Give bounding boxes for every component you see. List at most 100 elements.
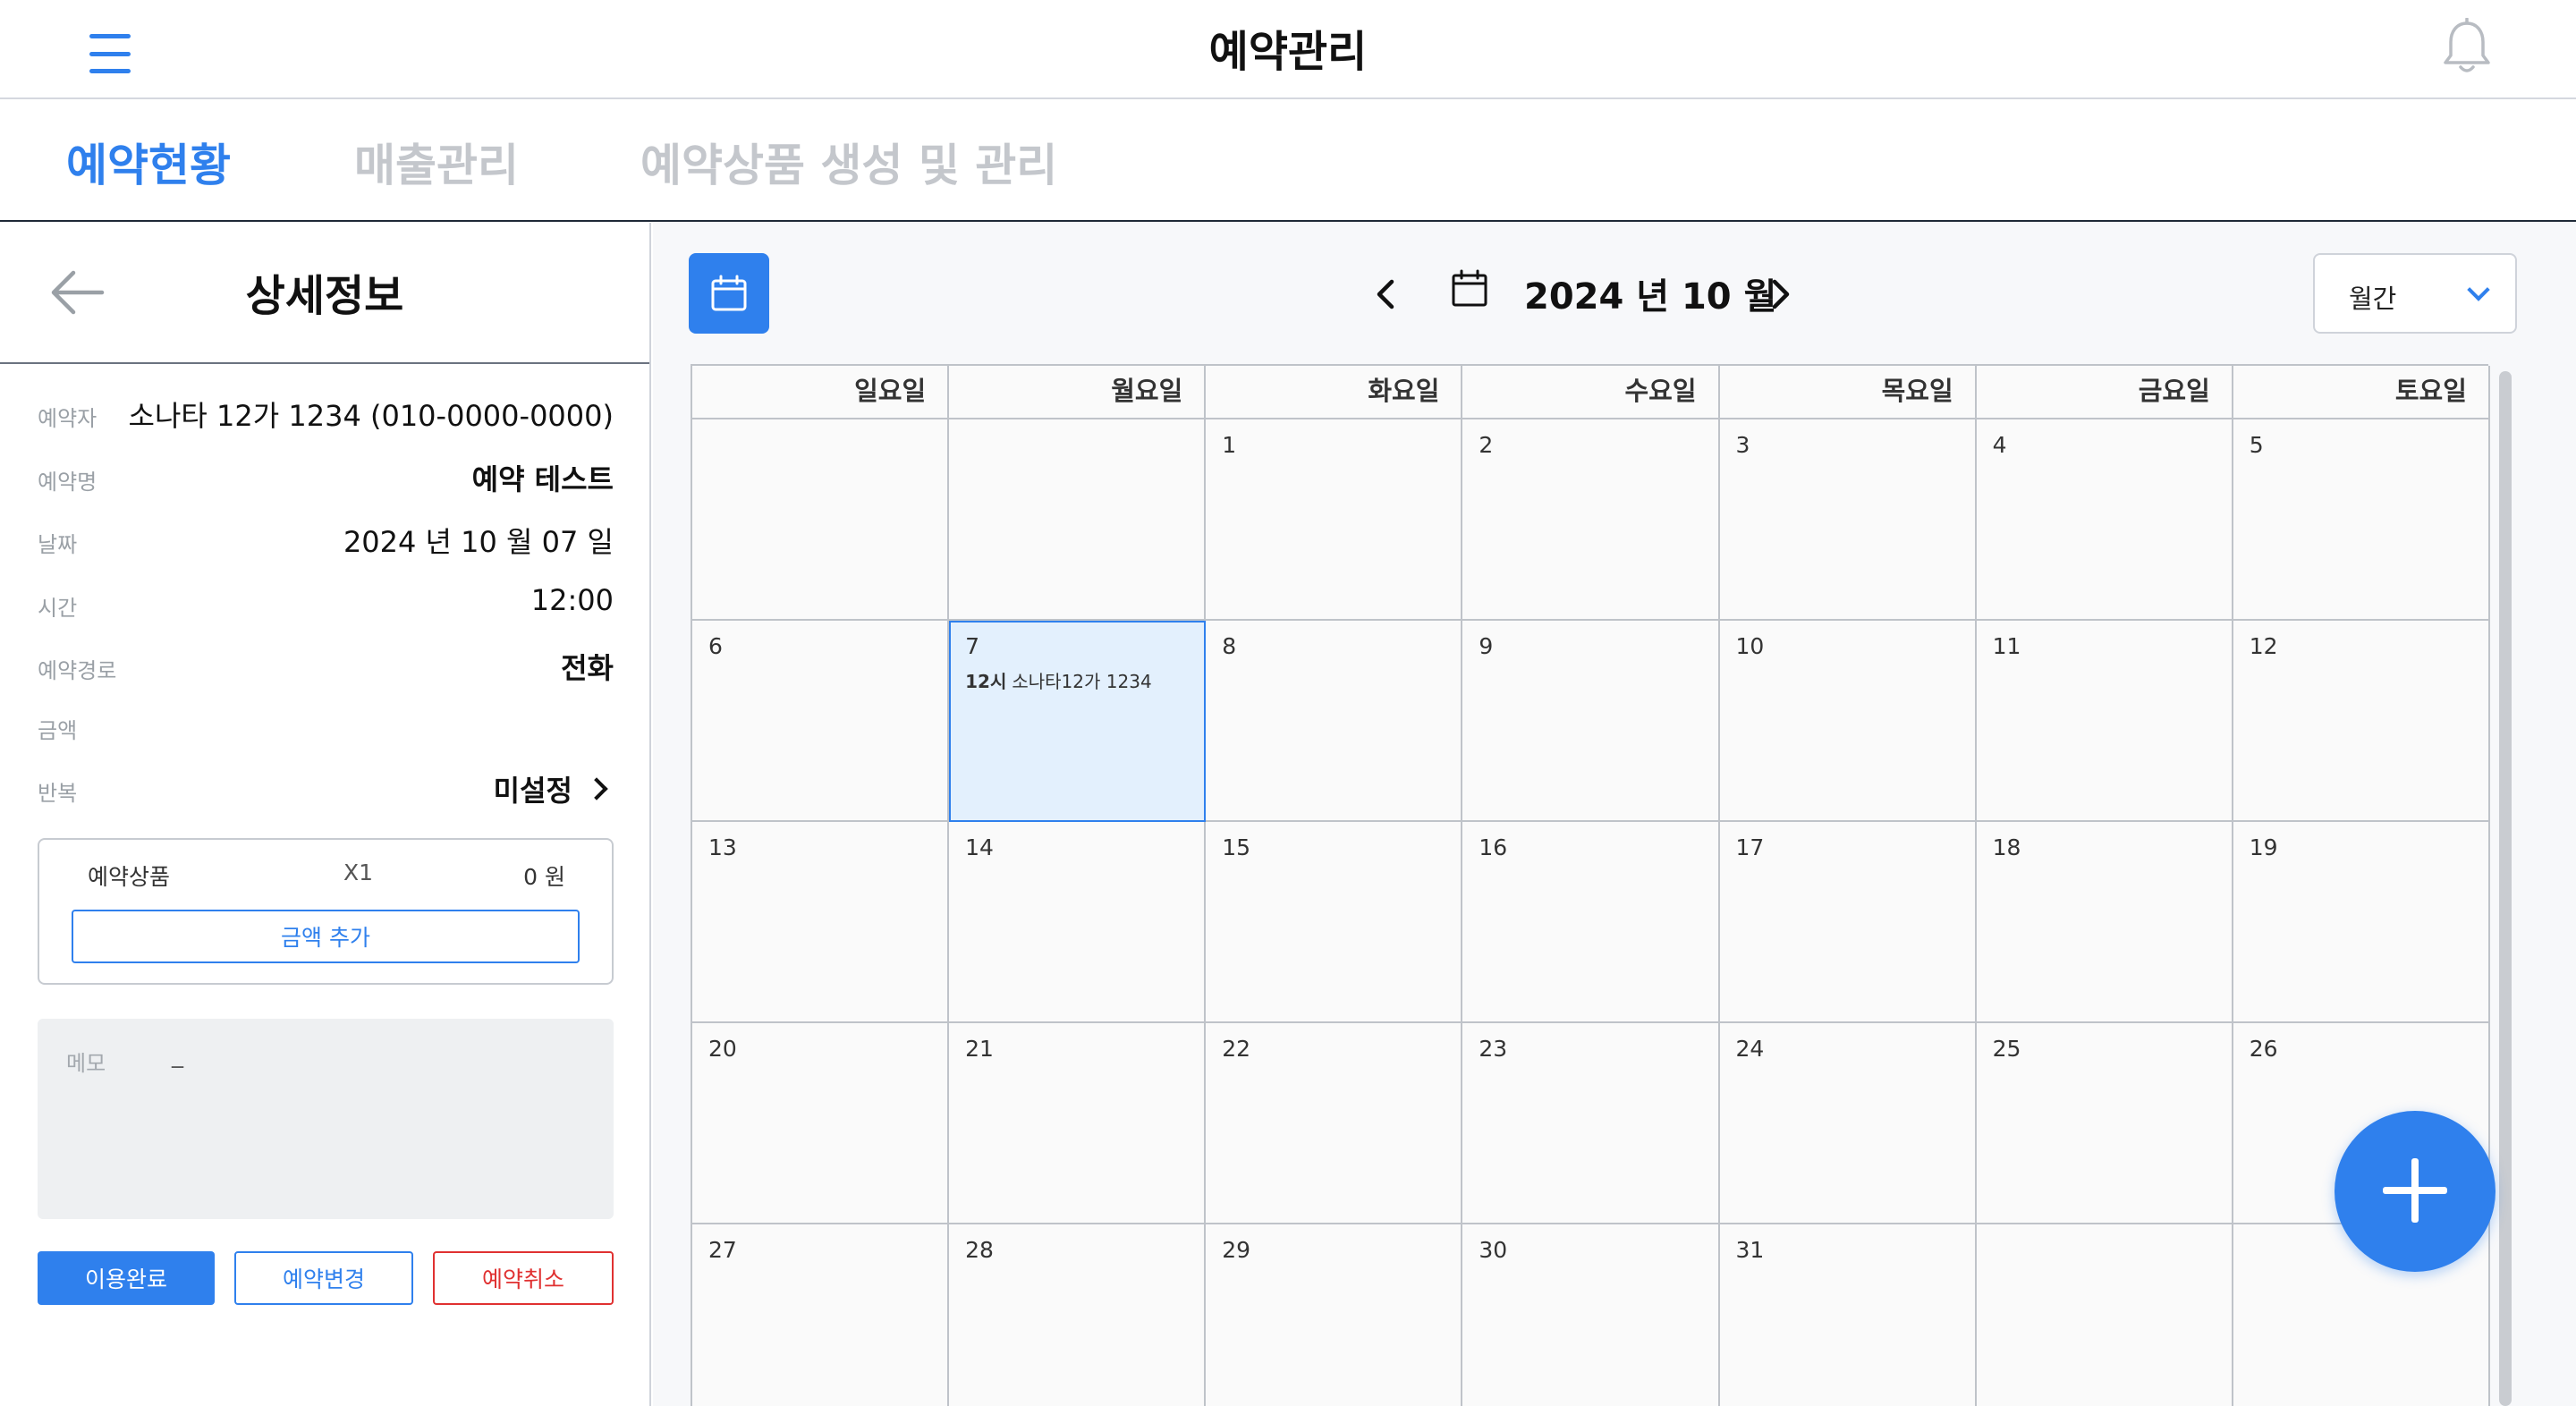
day-cell[interactable]: 16	[1462, 822, 1720, 1023]
tab-sales[interactable]: 매출관리	[354, 130, 519, 194]
tab-reservation-status[interactable]: 예약현황	[66, 130, 231, 194]
product-box: 예약상품 X1 0 원 금액 추가	[38, 838, 614, 985]
info-row-repeat[interactable]: 반복 미설정	[38, 763, 614, 808]
event-text: 소나타12가 1234	[1012, 671, 1152, 692]
calendar-event[interactable]: 12시 소나타12가 1234	[965, 667, 1152, 693]
day-cell[interactable]: 19	[2233, 822, 2490, 1023]
complete-button[interactable]: 이용완료	[38, 1251, 215, 1305]
event-time: 12시	[965, 671, 1007, 692]
day-cell[interactable]: 29	[1206, 1224, 1463, 1406]
day-number: 24	[1735, 1036, 1765, 1062]
detail-panel: 상세정보 예약자 소나타 12가 1234 (010-0000-0000) 예약…	[0, 223, 651, 1406]
day-cell[interactable]: 9	[1462, 621, 1720, 822]
day-cell[interactable]: 11	[1976, 621, 2233, 822]
add-reservation-button[interactable]	[2334, 1111, 2496, 1272]
weekday-label: 일요일	[692, 366, 950, 419]
info-key: 반복	[38, 781, 78, 806]
info-key: 날짜	[38, 532, 78, 557]
day-cell[interactable]: 28	[949, 1224, 1207, 1406]
info-key: 시간	[38, 596, 78, 621]
day-cell[interactable]: 21	[949, 1023, 1207, 1224]
calendar-scrollbar[interactable]	[2499, 371, 2512, 1406]
view-mode-select[interactable]: 월간	[2313, 253, 2517, 334]
info-row-channel: 예약경로 전화	[38, 640, 614, 685]
day-cell[interactable]	[692, 419, 950, 621]
day-cell[interactable]: 8	[1206, 621, 1463, 822]
info-value: 예약 테스트	[471, 462, 614, 496]
memo-box[interactable]: 메모 _	[38, 1019, 614, 1219]
day-cell[interactable]: 1	[1206, 419, 1463, 621]
info-row-amount: 금액	[38, 700, 614, 745]
day-cell[interactable]: 27	[692, 1224, 950, 1406]
weekday-label: 화요일	[1206, 366, 1463, 419]
day-cell[interactable]: 15	[1206, 822, 1463, 1023]
day-cell[interactable]: 14	[949, 822, 1207, 1023]
info-key: 예약자	[38, 406, 97, 431]
day-number: 19	[2249, 834, 2278, 860]
day-number: 10	[1735, 633, 1765, 659]
calendar-toggle-button[interactable]	[689, 253, 769, 334]
day-cell[interactable]: 4	[1976, 419, 2233, 621]
add-amount-button[interactable]: 금액 추가	[72, 910, 580, 963]
tab-products[interactable]: 예약상품 생성 및 관리	[640, 130, 1057, 194]
day-cell[interactable]: 22	[1206, 1023, 1463, 1224]
day-number: 9	[1479, 633, 1494, 659]
day-number: 11	[1992, 633, 2021, 659]
info-value: 소나타 12가 1234 (010-0000-0000)	[128, 399, 614, 433]
day-cell[interactable]: 20	[692, 1023, 950, 1224]
day-number: 13	[708, 834, 737, 860]
day-cell[interactable]: 12	[2233, 621, 2490, 822]
detail-title: 상세정보	[245, 271, 404, 321]
day-cell[interactable]: 5	[2233, 419, 2490, 621]
day-number: 16	[1479, 834, 1508, 860]
day-cell[interactable]: 24	[1719, 1023, 1977, 1224]
page-title: 예약관리	[1208, 27, 1368, 77]
calendar-icon	[711, 275, 747, 311]
day-cell[interactable]: 30	[1462, 1224, 1720, 1406]
day-cell[interactable]: 10	[1719, 621, 1977, 822]
day-cell[interactable]: 31	[1719, 1224, 1977, 1406]
day-cell[interactable]: 25	[1976, 1023, 2233, 1224]
info-row-name: 예약명 예약 테스트	[38, 452, 614, 496]
day-cell[interactable]: 3	[1719, 419, 1977, 621]
day-cell[interactable]: 13	[692, 822, 950, 1023]
day-cell[interactable]: 7 12시 소나타12가 1234	[949, 621, 1207, 822]
day-number: 29	[1222, 1237, 1251, 1263]
day-cell[interactable]: 17	[1719, 822, 1977, 1023]
day-number: 5	[2249, 432, 2264, 458]
info-row-time: 시간 12:00	[38, 578, 614, 623]
memo-label: 메모	[66, 1051, 106, 1076]
day-number: 20	[708, 1036, 737, 1062]
bell-icon[interactable]	[2440, 18, 2494, 77]
day-cell[interactable]	[949, 419, 1207, 621]
day-cell[interactable]: 18	[1976, 822, 2233, 1023]
cancel-reservation-button[interactable]: 예약취소	[433, 1251, 614, 1305]
day-number: 12	[2249, 633, 2278, 659]
month-grid: 일요일 월요일 화요일 수요일 목요일 금요일 토요일 1 2 3 4 5 6 7 12시 소나…	[691, 364, 2490, 1406]
repeat-value[interactable]: 미설정	[494, 768, 614, 809]
day-number: 28	[965, 1237, 994, 1263]
day-number: 8	[1222, 633, 1237, 659]
info-value: 12:00	[530, 583, 614, 617]
day-number: 14	[965, 834, 994, 860]
day-cell[interactable]	[1976, 1224, 2233, 1406]
product-name: 예약상품	[88, 864, 171, 890]
day-cell[interactable]: 2	[1462, 419, 1720, 621]
detail-header: 상세정보	[0, 223, 649, 364]
tab-bar: 예약현황 매출관리 예약상품 생성 및 관리	[0, 99, 2576, 222]
day-number: 1	[1222, 432, 1237, 458]
info-key: 예약경로	[38, 658, 117, 683]
day-number: 3	[1735, 432, 1750, 458]
prev-month-icon[interactable]	[1368, 275, 1404, 314]
chevron-right-icon	[585, 777, 608, 800]
chevron-down-icon	[2467, 278, 2490, 301]
app-header: 예약관리	[0, 0, 2576, 99]
day-cell[interactable]: 23	[1462, 1023, 1720, 1224]
day-cell[interactable]: 6	[692, 621, 950, 822]
day-number: 15	[1222, 834, 1251, 860]
day-number: 2	[1479, 432, 1494, 458]
change-reservation-button[interactable]: 예약변경	[234, 1251, 413, 1305]
next-month-icon[interactable]	[1762, 275, 1798, 314]
info-value: 미설정	[493, 774, 572, 808]
day-number: 7	[965, 633, 980, 659]
